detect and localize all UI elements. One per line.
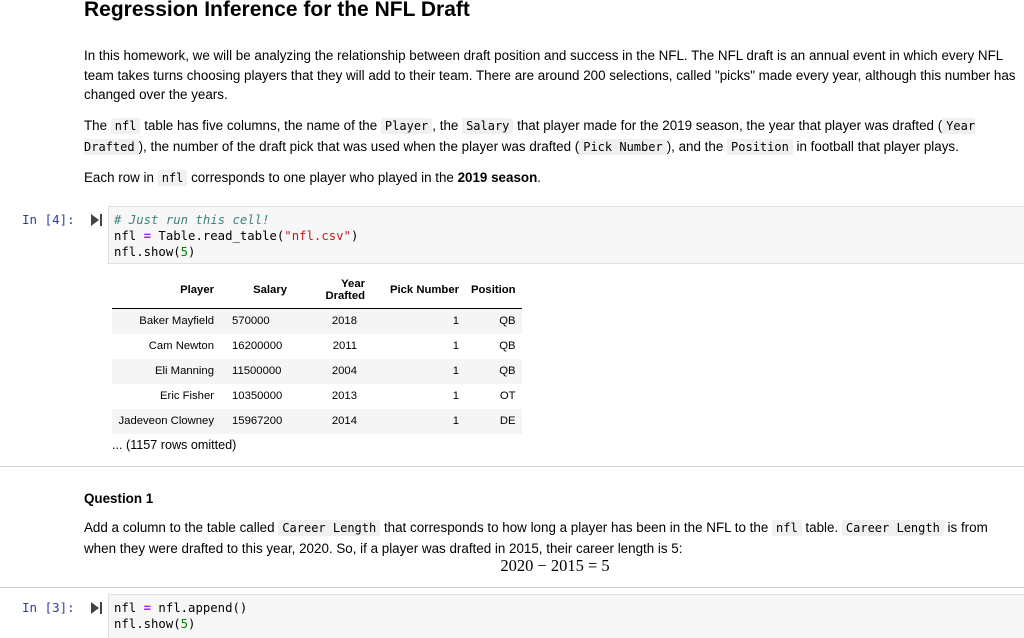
- code-comment: # Just run this cell!: [114, 213, 270, 227]
- column-header-pick-number: Pick Number: [371, 274, 465, 309]
- bold-text: 2019 season: [457, 170, 538, 185]
- inline-code: Pick Number: [579, 138, 667, 155]
- table-row: Cam Newton 16200000 2011 1 QB: [112, 334, 522, 359]
- code-operator: =: [143, 229, 152, 243]
- cell-position: DE: [499, 415, 516, 427]
- cell-year-drafted: 2018: [331, 315, 357, 328]
- question-heading: Question 1: [84, 491, 154, 506]
- table-row: Eric Fisher 10350000 2013 1 OT: [112, 384, 522, 409]
- text: ), the number of the draft pick that was…: [138, 138, 580, 154]
- code-cell-input[interactable]: nfl = nfl.append() nfl.show(5): [108, 594, 1024, 638]
- text: .: [537, 170, 541, 185]
- cell-year-drafted: 2011: [332, 340, 357, 352]
- cell-year-drafted: 2014: [331, 415, 357, 427]
- run-cell-icon[interactable]: [91, 601, 103, 615]
- text: table.: [801, 520, 842, 535]
- cell-position: OT: [499, 390, 516, 402]
- cell-prompt: In [4]:: [22, 212, 75, 227]
- column-header-year-drafted: Year Drafted: [293, 274, 371, 309]
- rows-omitted-note: ... (1157 rows omitted): [112, 438, 237, 452]
- text: that player made for the 2019 season, th…: [513, 118, 943, 133]
- cell-player: Eric Fisher: [160, 390, 214, 402]
- text: Each row in: [84, 170, 158, 185]
- cell-pick-number: 1: [452, 415, 459, 427]
- inline-code: Position: [727, 138, 793, 155]
- code-token: ): [188, 617, 196, 631]
- row-description-paragraph: Each row in nfl corresponds to one playe…: [84, 168, 1019, 189]
- column-header-salary: Salary: [220, 274, 293, 309]
- notebook-title: Regression Inference for the NFL Draft: [84, 0, 470, 21]
- cell-player: Cam Newton: [148, 340, 214, 352]
- cell-divider: [0, 466, 1024, 467]
- code-string: "nfl.csv": [284, 229, 351, 243]
- code-token: nfl: [114, 229, 144, 243]
- inline-code: Player: [380, 118, 433, 134]
- inline-code: nfl: [772, 520, 802, 536]
- cell-salary: 16200000: [232, 340, 283, 352]
- cell-position: QB: [499, 315, 516, 328]
- output-table: Player Salary Year Drafted Pick Number P…: [112, 274, 522, 434]
- cell-salary: 570000: [232, 315, 270, 328]
- code-token: ): [188, 245, 196, 259]
- text: Add a column to the table called: [84, 520, 279, 535]
- text: in football that player plays.: [792, 138, 959, 154]
- text: table has five columns, the name of the: [140, 118, 381, 133]
- text: The: [84, 118, 111, 133]
- inline-code: Career Length: [278, 520, 381, 536]
- code-token: nfl: [114, 601, 144, 615]
- text: corresponds to one player who played in …: [187, 170, 458, 185]
- intro-paragraph: In this homework, we will be analyzing t…: [84, 48, 1016, 102]
- code-token: ): [350, 229, 359, 243]
- cell-player: Jadeveon Clowney: [118, 415, 214, 427]
- table-header-row: Player Salary Year Drafted Pick Number P…: [112, 274, 522, 309]
- cell-pick-number: 1: [452, 390, 459, 402]
- run-cell-icon[interactable]: [91, 213, 103, 227]
- text: , the: [432, 118, 463, 133]
- code-token: Table.read_table(: [151, 229, 285, 243]
- cell-salary: 10350000: [232, 390, 283, 402]
- math-equation: 2020 − 2015 = 5: [500, 556, 610, 575]
- question-paragraph: Add a column to the table called Career …: [84, 518, 1019, 558]
- cell-year-drafted: 2013: [331, 390, 357, 402]
- table-row: Jadeveon Clowney 15967200 2014 1 DE: [112, 408, 522, 434]
- code-token: nfl.show(: [114, 245, 181, 259]
- inline-code: Career Length: [841, 520, 944, 536]
- code-number: 5: [180, 617, 189, 631]
- column-header-player: Player: [112, 274, 220, 309]
- code-token: nfl.show(: [114, 617, 181, 631]
- cell-year-drafted: 2004: [331, 365, 357, 377]
- inline-code: Salary: [462, 118, 514, 134]
- cell-divider: [0, 587, 1024, 588]
- cell-position: QB: [499, 340, 516, 352]
- cell-player: Eli Manning: [154, 365, 214, 377]
- cell-position: QB: [499, 365, 516, 377]
- cell-pick-number: 1: [452, 365, 459, 377]
- text: ), and the: [666, 138, 728, 154]
- table-description-paragraph: The nfl table has five columns, the name…: [84, 116, 1019, 157]
- code-cell-input[interactable]: # Just run this cell! nfl = Table.read_t…: [108, 206, 1024, 264]
- code-number: 5: [180, 245, 189, 259]
- cell-salary: 11500000: [232, 365, 282, 377]
- text: that corresponds to how long a player ha…: [380, 520, 773, 535]
- cell-pick-number: 1: [452, 315, 459, 328]
- inline-code: nfl: [110, 118, 141, 134]
- cell-salary: 15967200: [232, 415, 283, 427]
- code-operator: =: [143, 601, 152, 615]
- table-row: Eli Manning 11500000 2004 1 QB: [112, 358, 522, 384]
- cell-prompt: In [3]:: [22, 600, 75, 615]
- inline-code: nfl: [157, 170, 188, 186]
- cell-player: Baker Mayfield: [139, 315, 214, 328]
- column-header-position: Position: [465, 274, 522, 309]
- cell-pick-number: 1: [452, 340, 459, 352]
- code-token: nfl.append(): [151, 601, 248, 615]
- table-row: Baker Mayfield 570000 2018 1 QB: [112, 308, 522, 334]
